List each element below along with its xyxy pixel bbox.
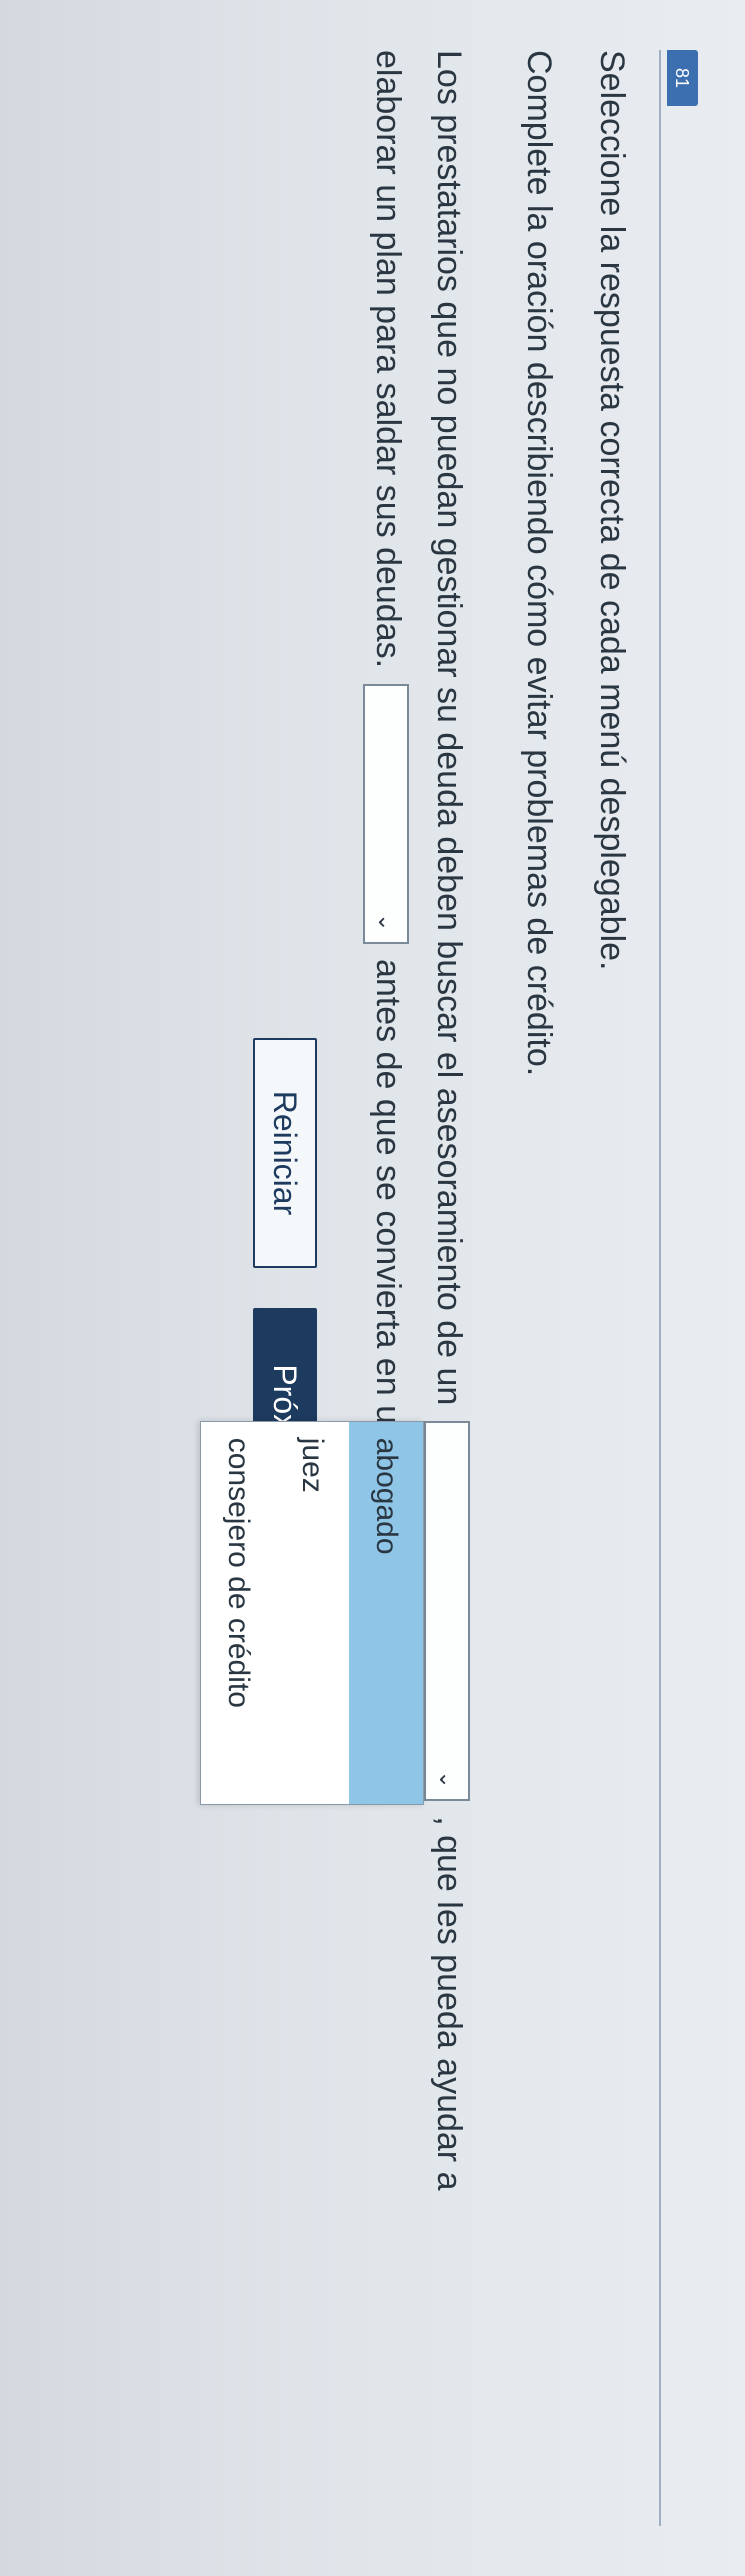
chevron-down-icon: ⌄ [366, 913, 406, 931]
option-consejero-de-credito[interactable]: consejero de crédito [201, 1422, 275, 1804]
instruction-text: Seleccione la respuesta correcta de cada… [592, 50, 631, 2526]
option-juez[interactable]: juez [275, 1422, 349, 1804]
tab-current[interactable]: 81 [667, 50, 698, 106]
subinstruction-text: Complete la oración describiendo cómo ev… [519, 50, 558, 2526]
tab-strip: 81 [667, 50, 705, 2526]
dropdown-1[interactable]: ⌄ abogado juez consejero de crédito [424, 1421, 470, 1801]
fill-sentence: Los prestatarios que no puedan gestionar… [357, 50, 479, 2526]
button-row: Reiniciar Próximo [253, 50, 317, 2526]
sentence-line2-start: elaborar un plan para saldar sus deudas. [369, 50, 407, 668]
question-panel: 81 Seleccione la respuesta correcta de c… [0, 0, 745, 2576]
sentence-part2: , que les pueda ayudar a [430, 1816, 468, 2190]
sentence-part3: antes de que se convierta en un pr [357, 959, 418, 1483]
reset-button[interactable]: Reiniciar [253, 1038, 317, 1268]
option-abogado[interactable]: abogado [349, 1422, 423, 1804]
dropdown-1-options: abogado juez consejero de crédito [200, 1421, 424, 1805]
divider [659, 50, 661, 2526]
chevron-down-icon: ⌄ [427, 1770, 467, 1788]
dropdown-2[interactable]: ⌄ [363, 684, 409, 944]
sentence-part1: Los prestatarios que no puedan gestionar… [430, 50, 468, 1405]
